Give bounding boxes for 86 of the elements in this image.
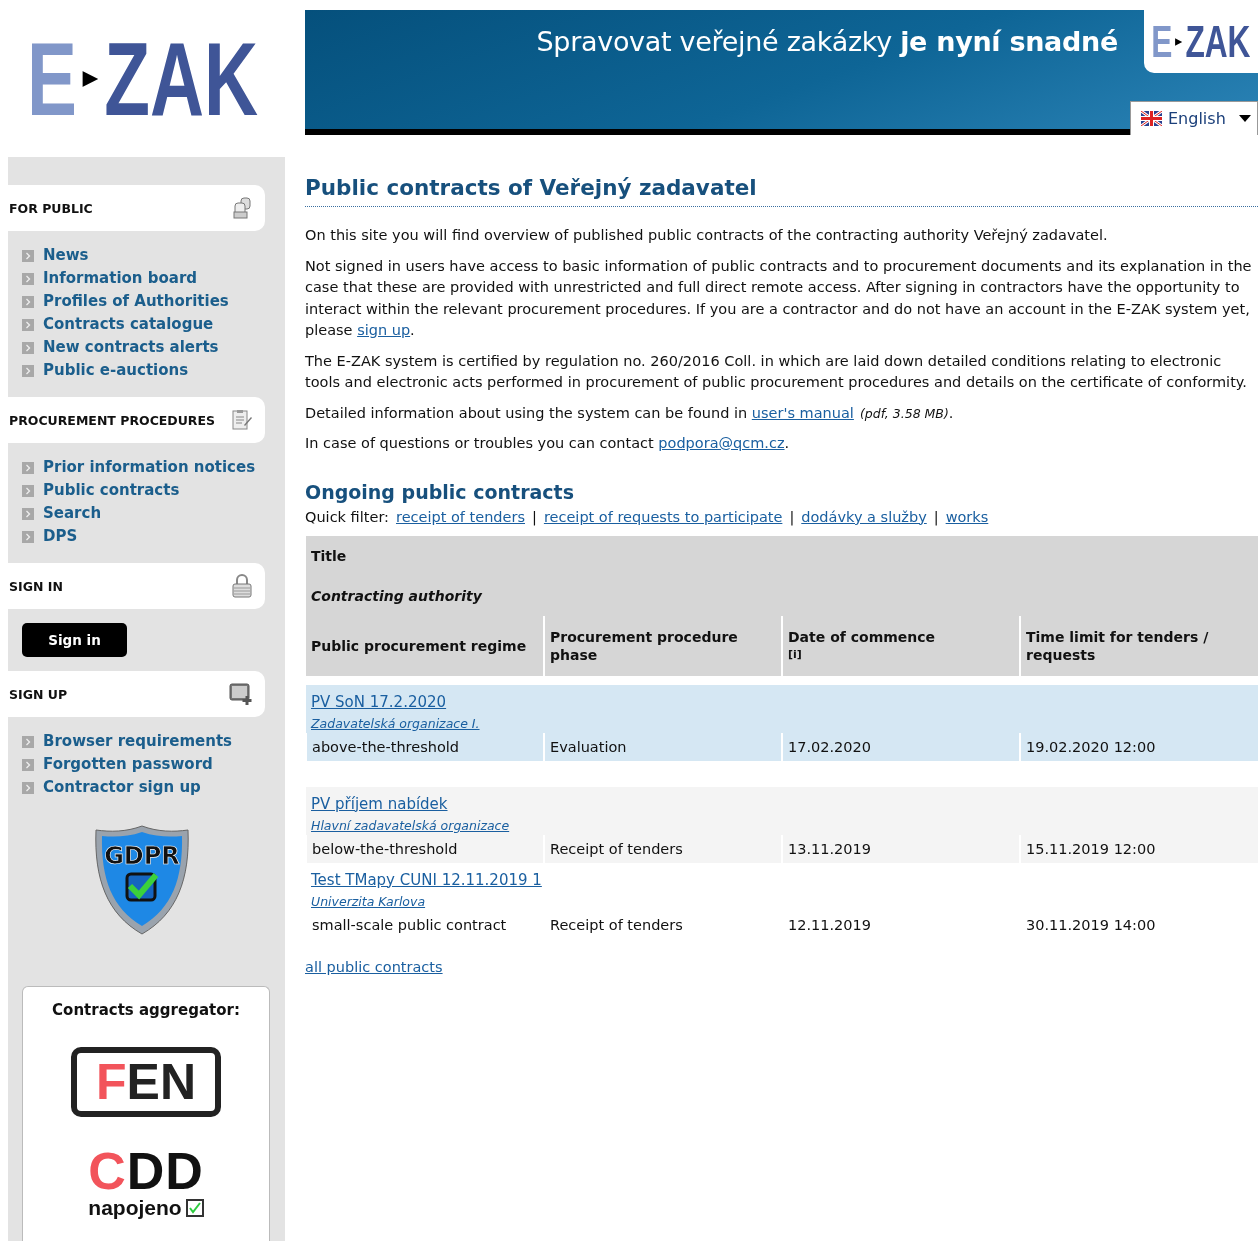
chevron-icon (22, 735, 34, 748)
table-cell-text: small-scale public contract (311, 915, 508, 935)
section-title: Ongoing public contracts (305, 480, 575, 503)
column-header: Procurement procedure phase (544, 615, 782, 676)
sidebar-link[interactable]: Contracts catalogue (43, 314, 214, 335)
column-header: Time limit for tenders / requests (1020, 615, 1258, 676)
monitor-plus-icon (229, 682, 253, 706)
chevron-icon (22, 295, 34, 308)
column-header: Contracting authority (306, 575, 1258, 616)
slogan: Spravovat veřejné zakázky je nyní snadné (536, 26, 1118, 57)
separator: | (933, 508, 939, 525)
paragraph: On this site you will find overview of published public contracts of the contracting authority Veřejný zadavatel. (305, 226, 1109, 245)
authority-link[interactable]: Zadavatelská organizace I. (311, 715, 480, 731)
table-cell: Evaluation (544, 732, 782, 761)
table-cell: below-the-threshold (306, 834, 544, 863)
contract-link[interactable]: PV SoN 17.2.2020 (311, 692, 447, 711)
column-header: Date of commence [i] (782, 615, 1020, 676)
all-contracts-link[interactable]: all public contracts (305, 958, 443, 975)
sidebar-link[interactable]: Information board (43, 268, 198, 289)
sidebar-link[interactable]: Contractor sign up (43, 777, 201, 798)
sidebar-link[interactable]: News (43, 245, 89, 266)
chevron-icon (22, 530, 34, 543)
caret-icon (1239, 114, 1251, 123)
chevron-icon (22, 758, 34, 771)
table-cell-text: 12.11.2019 (787, 915, 873, 935)
people-icon (233, 197, 253, 219)
filter-label: Quick filter: (305, 508, 389, 525)
sidebar-link[interactable]: Forgotten password (43, 754, 213, 775)
filter-link[interactable]: works (945, 508, 989, 525)
panel-title: Contracts aggregator: (52, 1001, 240, 1019)
logo: E ZAK (1151, 19, 1251, 64)
authority-link[interactable]: Univerzita Karlova (311, 893, 426, 909)
filter-link[interactable]: dodávky a služby (801, 508, 927, 525)
table-cell-text: Receipt of tenders (549, 915, 684, 935)
fen-logo[interactable]: FEN (71, 1047, 221, 1117)
sidebar-link[interactable]: New contracts alerts (43, 337, 219, 358)
table-cell: above-the-threshold (306, 732, 544, 761)
table-cell: 15.11.2019 12:00 (1020, 834, 1258, 863)
sidebar-link[interactable]: Search (43, 503, 102, 524)
paragraph: The E-ZAK system is certified by regulation no. 260/2016 Coll. in which are laid down detailed conditions relating to electronic tools and electronic acts performed in procurement of public procurement procedures and details on the certificate of conformity. (305, 351, 1248, 392)
flag-icon (1141, 111, 1162, 126)
table-cell: 13.11.2019 (782, 834, 1020, 863)
table-cell: 17.02.2020 (782, 732, 1020, 761)
section-title: SIGN UP (9, 686, 68, 702)
table-cell-text: 30.11.2019 14:00 (1025, 915, 1157, 935)
chevron-icon (22, 461, 34, 474)
paragraph: Not signed in users have access to basic information of public contracts and to procurement documents and its explanation in the case that these are provided with unrestricted and full direct remote access. After signing in contractors have the opportunity to interact within the relevant procurement procedures. If you are a contractor and do not have an account in the E-ZAK system yet, please sign up. (305, 256, 1253, 340)
chevron-icon (22, 781, 34, 794)
text-link[interactable]: user's manual (751, 404, 854, 421)
chevron-icon (22, 249, 34, 262)
sidebar-link[interactable]: Browser requirements (43, 731, 232, 752)
paragraph: Detailed information about using the system can be found in user's manual (pdf, 3.58 MB). (305, 403, 955, 423)
paragraph: In case of questions or troubles you can contact podpora@qcm.cz. (305, 434, 791, 453)
logo: E ZAK (26, 26, 259, 131)
clipboard-icon (231, 409, 253, 431)
padlock-icon (231, 574, 253, 598)
column-header: Public procurement regime (306, 615, 544, 676)
chevron-icon (22, 484, 34, 497)
section-title: PROCUREMENT PROCEDURES (9, 412, 216, 428)
separator: | (789, 508, 795, 525)
section-title: SIGN IN (9, 578, 63, 594)
cdd-logo[interactable]: CDD napojeno (88, 1145, 204, 1218)
page-title: Public contracts of Veřejný zadavatel (305, 175, 1258, 207)
sidebar-link[interactable]: Public contracts (43, 480, 180, 501)
chevron-icon (22, 341, 34, 354)
filter-link[interactable]: receipt of tenders (396, 508, 525, 525)
separator: | (532, 508, 537, 525)
sidebar-link[interactable]: Public e-auctions (43, 360, 189, 381)
filter-link[interactable]: receipt of requests to participate (543, 508, 783, 525)
sidebar-link[interactable]: Profiles of Authorities (43, 291, 229, 312)
table-cell: Receipt of tenders (544, 834, 782, 863)
column-header: Title (306, 535, 1258, 576)
language-select[interactable]: English (1130, 101, 1258, 135)
authority-link[interactable]: Hlavní zadavatelská organizace (311, 817, 510, 833)
contract-link[interactable]: PV příjem nabídek (311, 794, 448, 813)
contract-link[interactable]: Test TMapy CUNI 12.11.2019 1 (311, 870, 542, 889)
table-cell: 19.02.2020 12:00 (1020, 732, 1258, 761)
section-title: FOR PUBLIC (9, 200, 93, 216)
sign-in-button[interactable]: Sign in (22, 623, 127, 657)
sidebar-link[interactable]: Prior information notices (43, 457, 256, 478)
chevron-icon (22, 364, 34, 377)
chevron-icon (22, 318, 34, 331)
sidebar-link[interactable]: DPS (43, 526, 78, 547)
chevron-icon (22, 272, 34, 285)
chevron-icon (22, 507, 34, 520)
text-link[interactable]: podpora@qcm.cz (658, 435, 785, 451)
